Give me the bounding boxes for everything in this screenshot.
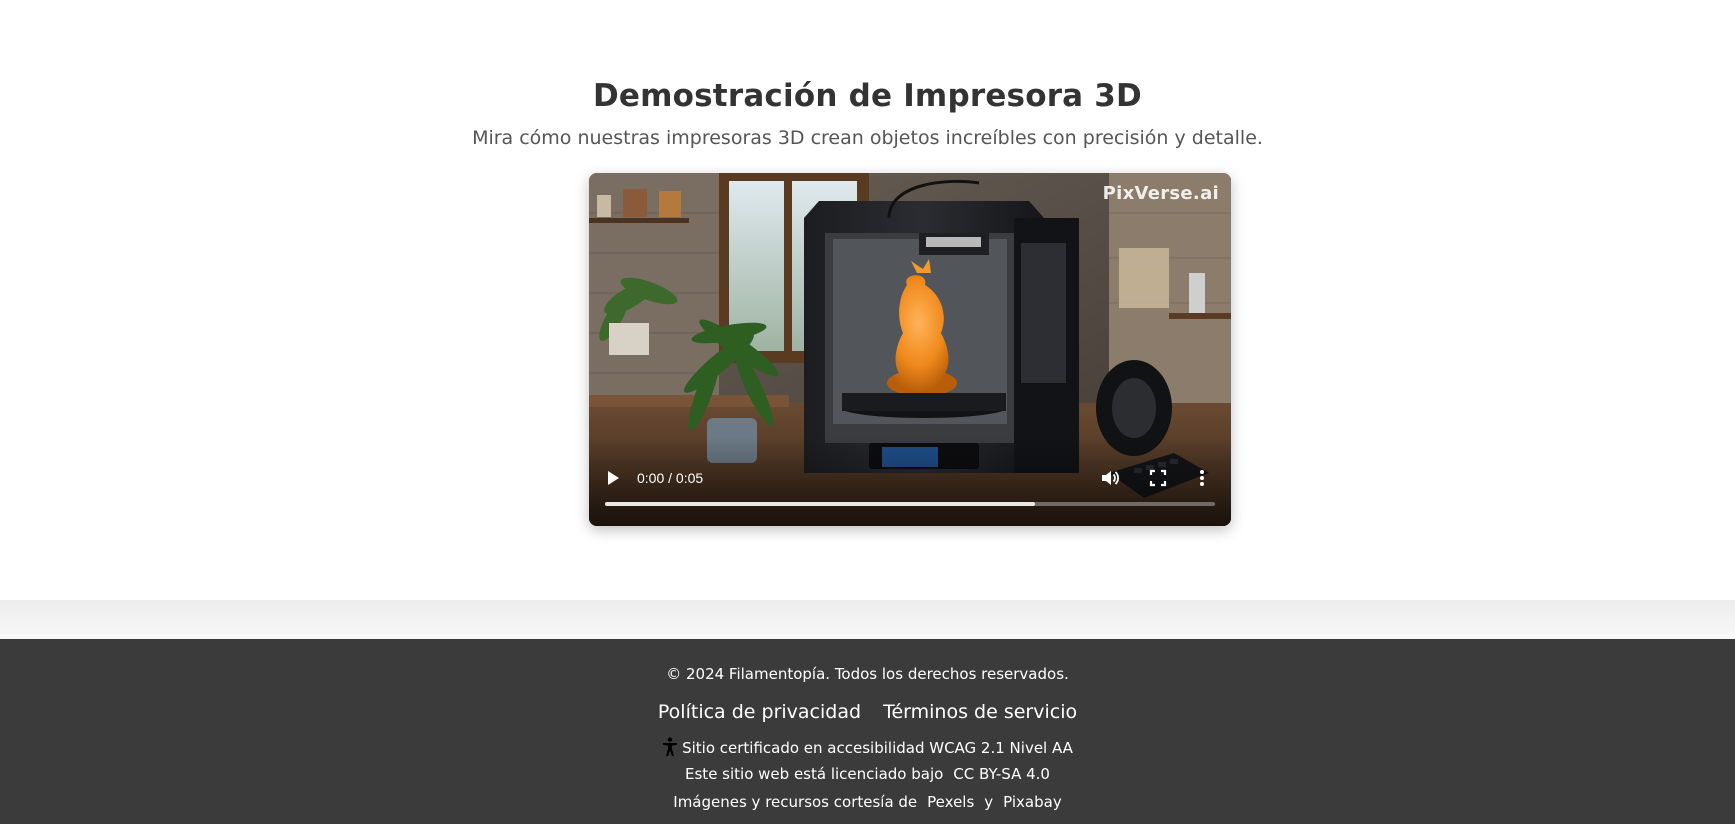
video-watermark: PixVerse.ai [1102, 183, 1219, 204]
fullscreen-button[interactable] [1149, 469, 1167, 487]
video-progress-bar[interactable] [605, 502, 1215, 506]
fullscreen-icon [1149, 469, 1167, 487]
more-options-icon [1200, 470, 1204, 486]
accessibility-certification: Sitio certificado en accesibilidad WCAG … [0, 737, 1735, 757]
site-footer: © 2024 Filamentopía. Todos los derechos … [0, 639, 1735, 824]
demo-section: Demostración de Impresora 3D Mira cómo n… [0, 0, 1735, 600]
volume-button[interactable] [1100, 468, 1120, 488]
page-subtitle: Mira cómo nuestras impresoras 3D crean o… [472, 127, 1263, 149]
page-title: Demostración de Impresora 3D [593, 78, 1142, 114]
credits-conjunction: y [984, 793, 994, 811]
pixabay-link[interactable]: Pixabay [1003, 793, 1062, 811]
play-icon [608, 471, 619, 485]
accessibility-icon [663, 737, 678, 756]
pexels-link[interactable]: Pexels [927, 793, 974, 811]
license-line: Este sitio web está licenciado bajo CC BY… [0, 765, 1735, 783]
terms-of-service-link[interactable]: Términos de servicio [883, 701, 1077, 723]
volume-icon [1102, 471, 1120, 485]
time-display: 0:00 / 0:05 [637, 470, 704, 486]
privacy-policy-link[interactable]: Política de privacidad [658, 701, 861, 723]
video-progress-fill [605, 502, 1036, 506]
accessibility-text: Sitio certificado en accesibilidad WCAG … [682, 739, 1073, 757]
footer-links: Política de privacidad Términos de servi… [0, 701, 1735, 723]
copyright-text: © 2024 Filamentopía. Todos los derechos … [666, 665, 1069, 683]
play-button[interactable] [605, 470, 621, 486]
credits-line: Imágenes y recursos cortesía de Pexels y Pi… [0, 793, 1735, 811]
credits-text: Imágenes y recursos cortesía de [673, 793, 918, 811]
section-divider [0, 600, 1735, 639]
license-link[interactable]: CC BY-SA 4.0 [953, 765, 1050, 783]
video-player[interactable]: PixVerse.ai 0:00 / 0:05 [589, 173, 1231, 526]
license-text: Este sitio web está licenciado bajo [685, 765, 944, 783]
more-options-button[interactable] [1197, 468, 1207, 488]
